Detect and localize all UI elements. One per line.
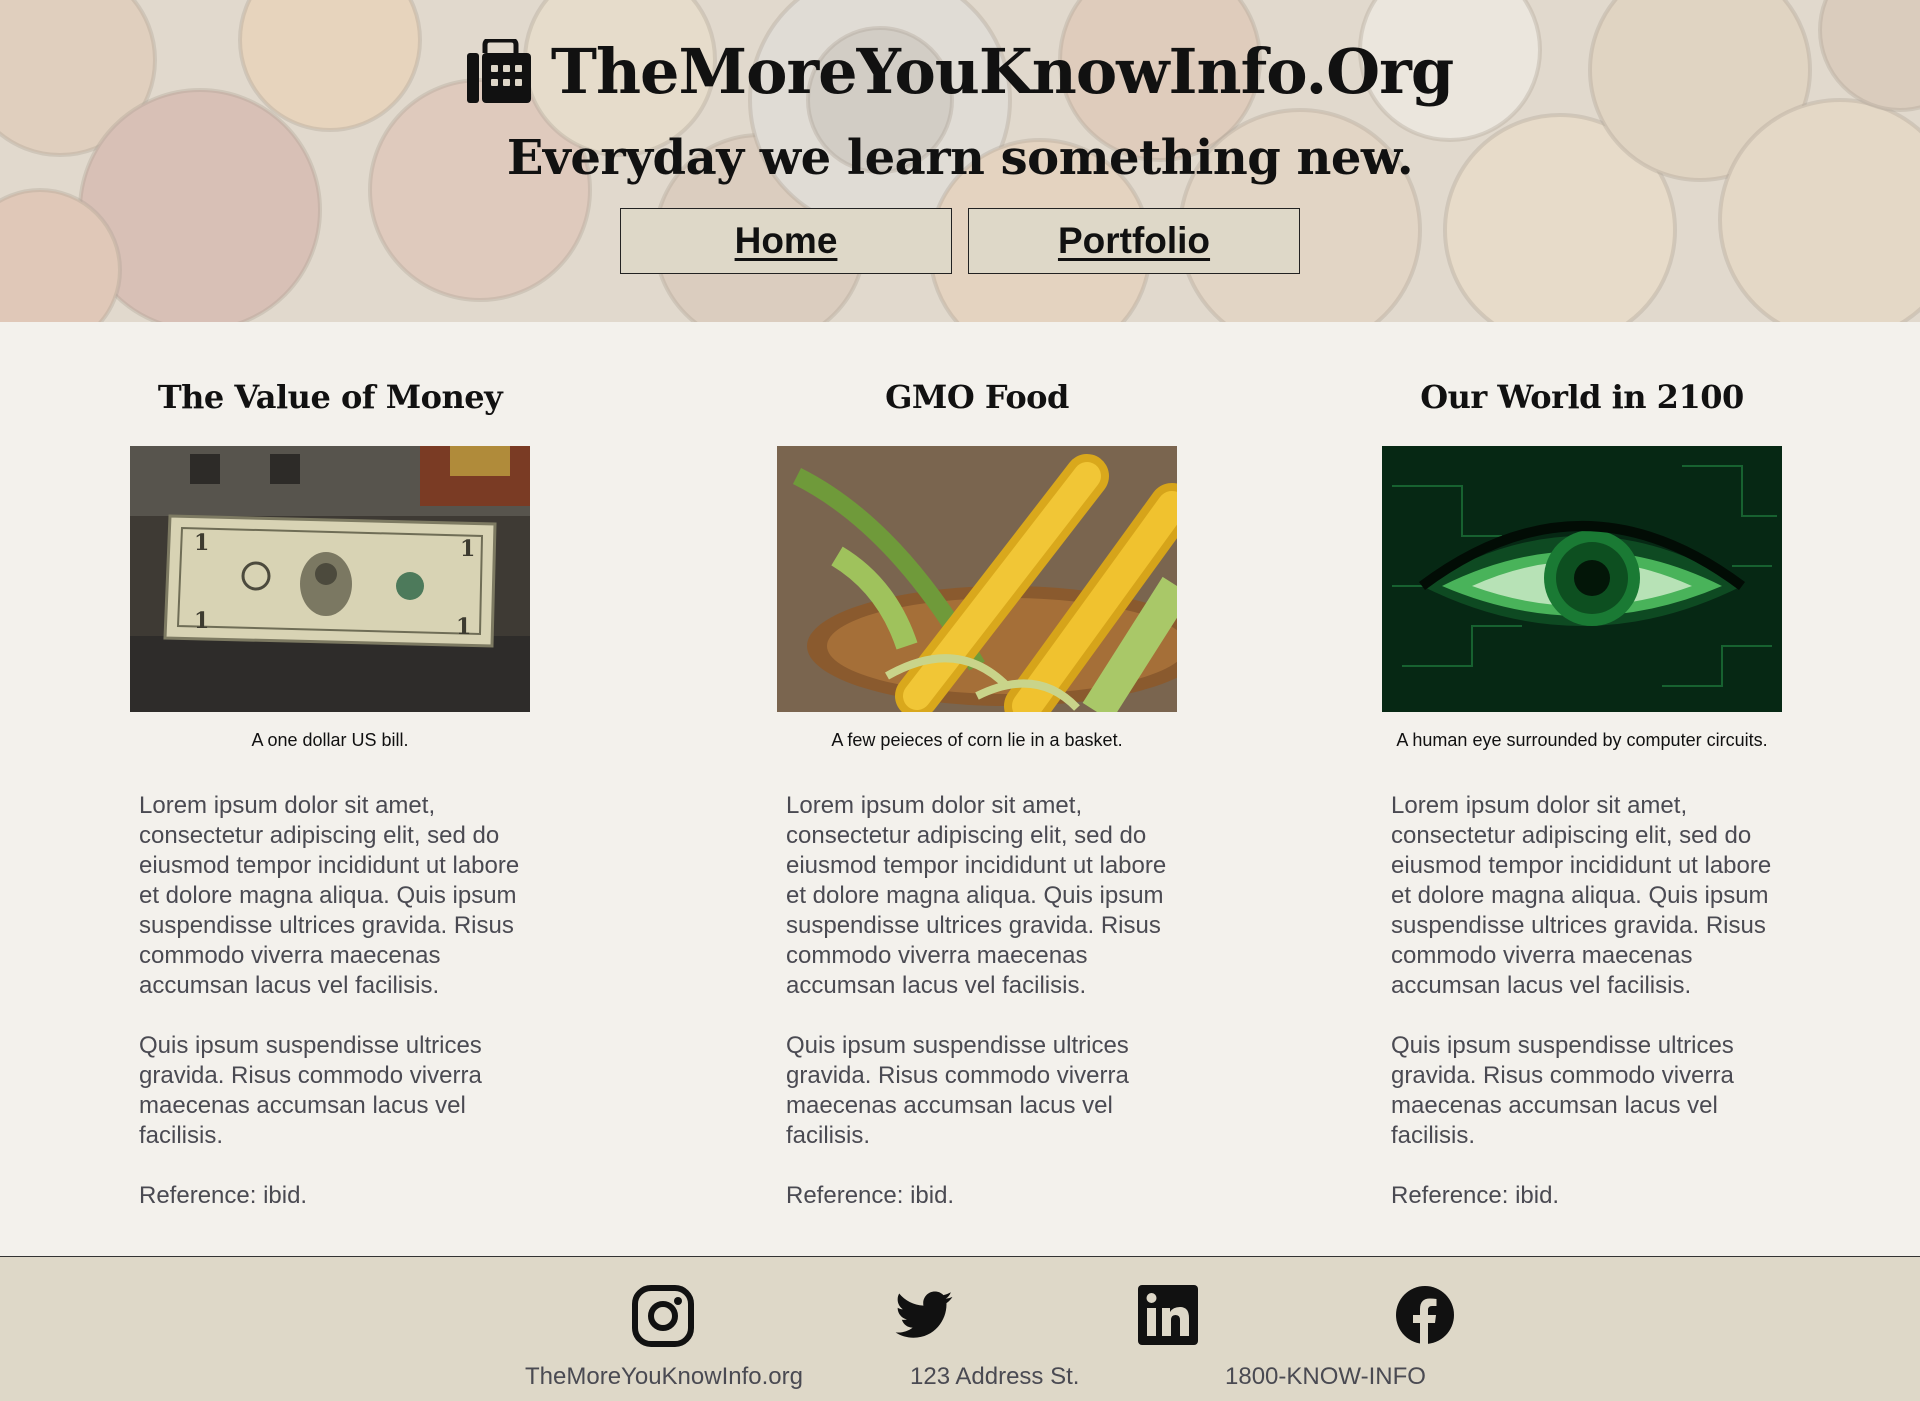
article-paragraph: Quis ipsum suspendisse ultrices gravida.… (1391, 1032, 1734, 1149)
instagram-icon[interactable] (632, 1285, 694, 1347)
dollar-bill-image: 1 1 1 1 (130, 446, 530, 712)
article-paragraph: Quis ipsum suspendisse ultrices gravida.… (139, 1032, 482, 1149)
facebook-icon[interactable] (1395, 1285, 1455, 1345)
articles-section: The Value of Money 1 1 1 1 A one dollar … (0, 322, 1920, 1256)
svg-text:1: 1 (456, 614, 471, 640)
article-body: Lorem ipsum dolor sit amet, consectetur … (777, 791, 1178, 1211)
article-world-2100: Our World in 2100 A human eye surrounded… (1382, 322, 1782, 1241)
linkedin-icon[interactable] (1138, 1285, 1198, 1345)
article-reference: Reference: ibid. (139, 1182, 308, 1209)
article-reference: Reference: ibid. (1391, 1182, 1560, 1209)
nav-home-button[interactable]: Home (620, 208, 952, 274)
article-title: GMO Food (885, 378, 1069, 416)
corn-basket-image (777, 446, 1177, 712)
article-paragraph: Lorem ipsum dolor sit amet, consectetur … (1391, 792, 1772, 999)
image-caption: A few peieces of corn lie in a basket. (831, 730, 1123, 750)
article-gmo-food: GMO Food A few peieces of corn lie in a … (777, 322, 1177, 1241)
site-header: TheMoreYouKnowInfo.Org Everyday we learn… (0, 0, 1920, 322)
site-title: TheMoreYouKnowInfo.Org (550, 34, 1454, 108)
article-paragraph: Lorem ipsum dolor sit amet, consectetur … (139, 792, 520, 999)
svg-text:1: 1 (194, 608, 209, 634)
main-nav: Home Portfolio (0, 208, 1920, 274)
article-reference: Reference: ibid. (786, 1182, 955, 1209)
nav-portfolio-button[interactable]: Portfolio (968, 208, 1300, 274)
twitter-icon[interactable] (890, 1285, 958, 1347)
footer-website: TheMoreYouKnowInfo.org (525, 1363, 803, 1390)
image-caption: A human eye surrounded by computer circu… (1396, 730, 1768, 750)
image-caption: A one dollar US bill. (251, 730, 409, 750)
svg-text:1: 1 (194, 530, 209, 556)
footer-address: 123 Address St. (910, 1363, 1080, 1390)
tagline: Everyday we learn something new. (506, 130, 1414, 186)
article-title: The Value of Money (157, 378, 503, 416)
footer-phone: 1800-KNOW-INFO (1225, 1363, 1426, 1390)
article-body: Lorem ipsum dolor sit amet, consectetur … (1382, 791, 1783, 1211)
fax-phone-icon (466, 39, 531, 103)
site-footer: TheMoreYouKnowInfo.org 123 Address St. 1… (0, 1256, 1920, 1401)
article-paragraph: Quis ipsum suspendisse ultrices gravida.… (786, 1032, 1129, 1149)
article-title: Our World in 2100 (1420, 378, 1744, 416)
svg-text:1: 1 (460, 536, 475, 562)
circuit-eye-image (1382, 446, 1782, 712)
brand: TheMoreYouKnowInfo.Org (0, 0, 1920, 116)
article-value-of-money: The Value of Money 1 1 1 1 A one dollar … (130, 322, 530, 1241)
article-body: Lorem ipsum dolor sit amet, consectetur … (130, 791, 531, 1211)
article-paragraph: Lorem ipsum dolor sit amet, consectetur … (786, 792, 1167, 999)
